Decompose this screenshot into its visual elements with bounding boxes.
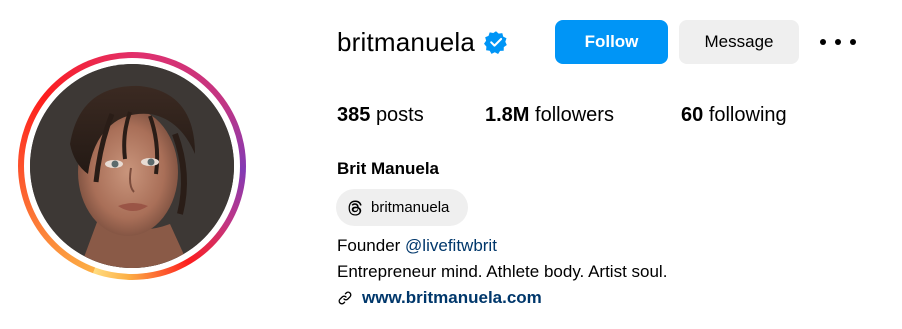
posts-label: posts [375, 104, 424, 126]
website-row: www.britmanuela.com [337, 287, 542, 309]
website-link[interactable]: www.britmanuela.com [362, 288, 542, 308]
followers-stat[interactable]: 1.8M followers [485, 104, 614, 127]
message-button[interactable]: Message [679, 20, 799, 64]
more-dot [850, 39, 856, 45]
threads-handle: britmanuela [371, 199, 450, 216]
following-count: 60 [681, 104, 704, 126]
more-dot [835, 39, 841, 45]
following-label: following [708, 104, 787, 126]
avatar[interactable] [30, 64, 234, 268]
more-dot [820, 39, 826, 45]
follow-button[interactable]: Follow [555, 20, 668, 64]
bio-line-2: Entrepreneur mind. Athlete body. Artist … [337, 262, 668, 281]
verified-badge-icon [484, 30, 508, 54]
avatar-portrait-image [30, 64, 234, 268]
followers-count: 1.8M [485, 104, 530, 126]
more-options-icon[interactable] [820, 31, 856, 53]
link-icon [338, 291, 352, 305]
profile-header: britmanuela [337, 20, 508, 64]
username: britmanuela [337, 26, 476, 57]
full-name: Brit Manuela [337, 159, 440, 178]
threads-icon [348, 200, 362, 215]
profile-stats: 385 posts 1.8M followers 60 following [337, 104, 857, 130]
story-ring[interactable] [18, 52, 246, 280]
threads-badge[interactable]: britmanuela [336, 189, 468, 226]
followers-label: followers [535, 104, 614, 126]
posts-count: 385 [337, 104, 371, 126]
avatar-gap [24, 58, 240, 274]
following-stat[interactable]: 60 following [681, 104, 787, 127]
bio-mention-link[interactable]: @livefitwbrit [405, 236, 497, 255]
bio-line-1: Founder @livefitwbrit [337, 236, 497, 256]
posts-stat: 385 posts [337, 104, 424, 127]
bio-prefix: Founder [337, 236, 406, 255]
